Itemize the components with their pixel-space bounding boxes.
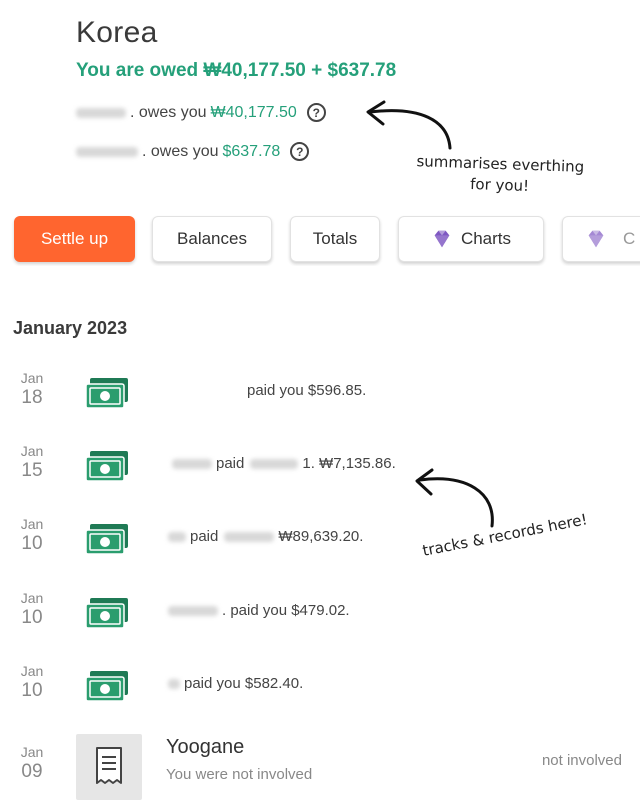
cash-icon <box>85 671 128 702</box>
blurred-name <box>172 458 212 469</box>
month-header: January 2023 <box>13 318 128 338</box>
more-button[interactable]: C <box>562 216 640 262</box>
cash-icon <box>85 598 128 629</box>
paid-amount: 1. ₩7,135.86. <box>302 455 396 472</box>
transaction-row[interactable]: Jan 10 paid you $582.40. <box>0 663 640 723</box>
expense-row[interactable]: Jan 09 Yoogane You were not involved not… <box>0 734 640 800</box>
date-month: Jan <box>20 744 44 760</box>
expense-title: Yoogane <box>166 736 245 758</box>
totals-button[interactable]: Totals <box>290 216 380 262</box>
balances-button[interactable]: Balances <box>152 216 272 262</box>
transaction-row[interactable]: Jan 18 paid you $596.85. <box>0 370 640 430</box>
balances-label: Balances <box>177 229 247 248</box>
blurred-name <box>168 605 218 616</box>
paid-word: paid <box>216 455 245 472</box>
row-date: Jan 09 <box>12 744 52 783</box>
charts-label: Charts <box>460 229 512 248</box>
blurred-name <box>168 531 186 542</box>
settle-up-button[interactable]: Settle up <box>14 216 135 262</box>
settle-up-label: Settle up <box>40 229 109 248</box>
paid-word: paid <box>190 528 219 545</box>
row-date: Jan 18 <box>12 370 52 409</box>
expense-status: not involved <box>541 752 622 769</box>
paid-amount: ₩89,639.20. <box>278 528 364 545</box>
date-month: Jan <box>20 663 44 679</box>
transaction-text: paid 1. ₩7,135.86. <box>172 455 396 472</box>
date-month: Jan <box>20 590 44 606</box>
receipt-thumbnail <box>76 734 142 800</box>
cash-icon <box>85 451 128 482</box>
transaction-text: paid you $596.85. <box>247 382 367 399</box>
paid-text: paid you $582.40. <box>184 675 304 692</box>
totals-label: Totals <box>312 229 358 248</box>
receipt-icon <box>96 747 122 784</box>
transaction-row[interactable]: Jan 15 paid 1. ₩7,135.86. <box>0 443 640 503</box>
date-month: Jan <box>20 370 44 386</box>
date-day: 18 <box>21 387 43 408</box>
cash-icon <box>85 378 128 409</box>
expense-subtitle: You were not involved <box>166 766 313 783</box>
row-date: Jan 10 <box>12 590 52 629</box>
row-date: Jan 15 <box>12 443 52 482</box>
row-date: Jan 10 <box>12 516 52 555</box>
date-day: 10 <box>21 680 43 701</box>
annotation-arrow-head <box>366 100 386 126</box>
more-label: C <box>623 229 636 248</box>
transaction-row[interactable]: Jan 10 . paid you $479.02. <box>0 590 640 650</box>
transaction-text: . paid you $479.02. <box>168 602 350 619</box>
charts-button[interactable]: Charts <box>398 216 544 262</box>
transaction-text: paid you $582.40. <box>168 675 303 692</box>
gem-icon <box>588 230 604 248</box>
cash-icon <box>85 524 128 555</box>
date-day: 15 <box>21 460 43 481</box>
gem-icon <box>434 230 450 248</box>
date-month: Jan <box>20 516 44 532</box>
transaction-text: paid ₩89,639.20. <box>168 528 363 545</box>
date-month: Jan <box>20 443 44 459</box>
date-day: 09 <box>21 761 43 782</box>
action-buttons: Settle up Balances Totals Charts C <box>0 214 640 266</box>
annotation-arrow <box>368 109 452 150</box>
blurred-name <box>224 531 275 542</box>
transaction-row[interactable]: Jan 10 paid ₩89,639.20. <box>0 516 640 576</box>
blurred-name <box>168 678 180 689</box>
blurred-name <box>250 458 299 469</box>
row-date: Jan 10 <box>12 663 52 702</box>
paid-text: . paid you $479.02. <box>222 602 350 619</box>
date-day: 10 <box>21 533 43 554</box>
date-day: 10 <box>21 607 43 628</box>
